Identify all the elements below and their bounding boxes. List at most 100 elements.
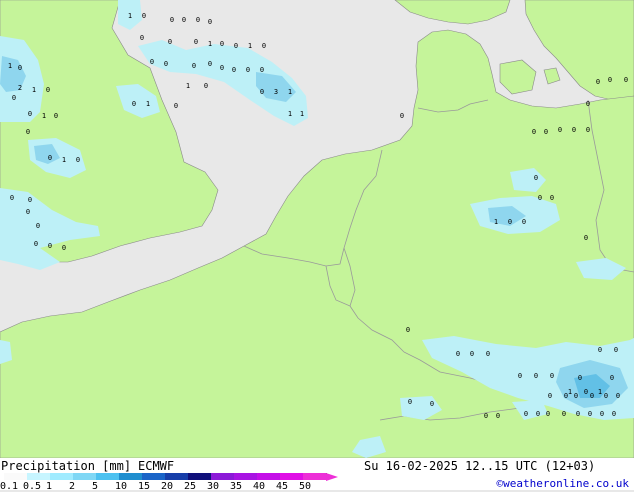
credit-link[interactable]: ©weatheronline.co.uk — [497, 477, 629, 490]
station-value-label: 0 — [260, 88, 264, 96]
station-value-label: 0 — [586, 100, 590, 108]
station-value-label: 1 — [300, 110, 304, 118]
station-value-label: 0 — [234, 42, 238, 50]
colorbar-swatch — [142, 473, 166, 480]
station-value-label: 0 — [586, 126, 590, 134]
station-value-label: 1 — [128, 12, 132, 20]
station-value-label: 0 — [142, 12, 146, 20]
station-value-label: 0 — [612, 410, 616, 418]
colorbar-swatch — [257, 473, 281, 480]
colorbar-tick-label: 5 — [92, 481, 99, 492]
station-value-label: 0 — [48, 154, 52, 162]
station-value-label: 0 — [170, 16, 174, 24]
station-value-label: 1 — [62, 156, 66, 164]
station-value-label: 0 — [12, 94, 16, 102]
station-value-label: 0 — [208, 18, 212, 26]
station-value-label: 0 — [524, 410, 528, 418]
station-value-label: 0 — [608, 76, 612, 84]
station-value-label: 0 — [26, 128, 30, 136]
station-value-label: 0 — [26, 208, 30, 216]
colorbar-tick-label: 15 — [138, 481, 151, 492]
station-value-label: 1 — [248, 42, 252, 50]
station-value-label: 0 — [532, 128, 536, 136]
model-name: ECMWF — [138, 459, 175, 473]
colorbar-swatch — [234, 473, 258, 480]
station-value-label: 0 — [192, 62, 196, 70]
colorbar-tick-label: 2 — [69, 481, 76, 492]
station-value-label: 0 — [562, 410, 566, 418]
legend-title: Precipitation [mm] — [1, 459, 132, 473]
station-value-label: 1 — [568, 388, 572, 396]
station-value-label: 0 — [600, 410, 604, 418]
station-value-label: 0 — [48, 242, 52, 250]
station-value-label: 0 — [584, 234, 588, 242]
station-value-label: 0 — [534, 174, 538, 182]
colorbar-tick-label: 30 — [207, 481, 220, 492]
station-value-label: 0 — [518, 372, 522, 380]
station-value-label: 0 — [150, 58, 154, 66]
precipitation-map[interactable]: 1 0 0 0 0 00 0 0 1 0 0 1 00 0 0 0 0 0 0 01 00 3 11 11 02 1 00 1 000 1… — [0, 0, 634, 458]
station-value-label: 0 — [598, 346, 602, 354]
colorbar-swatch — [27, 473, 51, 480]
station-value-label: 1 — [32, 86, 36, 94]
station-value-label: 0 — [400, 112, 404, 120]
colorbar-swatch — [119, 473, 143, 480]
station-value-label: 0 — [536, 410, 540, 418]
forecast-datetime: Su 16-02-2025 12..15 UTC (12+03) — [364, 459, 596, 473]
station-value-label: 2 — [18, 84, 22, 92]
station-value-label: 0 — [576, 410, 580, 418]
station-value-label: 0 — [34, 240, 38, 248]
colorbar-swatch — [280, 473, 304, 480]
colorbar-tick-label: 0.1 — [0, 481, 19, 492]
station-value-label: 0 — [194, 38, 198, 46]
station-value-label: 0 — [484, 412, 488, 420]
station-value-label: 0 — [196, 16, 200, 24]
station-value-label: 1 — [598, 388, 602, 396]
colorbar-tick-label: 50 — [299, 481, 312, 492]
station-value-label: 0 — [486, 350, 490, 358]
station-value-label: 0 — [534, 372, 538, 380]
station-value-label: 0 — [578, 374, 582, 382]
station-value-label: 0 — [572, 126, 576, 134]
colorbar-swatch — [188, 473, 212, 480]
station-value-label: 0 — [604, 392, 608, 400]
station-value-label: 3 — [274, 88, 278, 96]
station-value-label: 0 — [574, 392, 578, 400]
station-value-label: 1 — [146, 100, 150, 108]
colorbar-tick-label: 35 — [230, 481, 243, 492]
station-value-label: 0 — [132, 100, 136, 108]
station-value-label: 0 — [246, 66, 250, 74]
station-value-label: 0 — [538, 194, 542, 202]
colorbar-tick-label: 40 — [253, 481, 266, 492]
colorbar-swatch — [211, 473, 235, 480]
station-value-label: 0 — [610, 374, 614, 382]
station-value-label: 0 — [470, 350, 474, 358]
colorbar-arrow — [326, 473, 338, 481]
station-value-label: 0 — [616, 392, 620, 400]
station-value-label: 1 — [494, 218, 498, 226]
station-value-label: 0 — [408, 398, 412, 406]
station-value-label: 0 — [220, 40, 224, 48]
colorbar-swatch — [165, 473, 189, 480]
station-value-label: 0 — [522, 218, 526, 226]
station-value-label: 0 — [550, 194, 554, 202]
station-value-label: 0 — [28, 110, 32, 118]
colorbar-swatch — [303, 473, 327, 480]
station-value-label: 0 — [406, 326, 410, 334]
colorbar-tick-label: 0.5 — [23, 481, 42, 492]
station-value-label: 0 — [76, 156, 80, 164]
station-value-label: 0 — [168, 38, 172, 46]
station-value-label: 0 — [596, 78, 600, 86]
station-value-label: 0 — [10, 194, 14, 202]
station-value-label: 0 — [220, 64, 224, 72]
colorbar-tick-label: 25 — [184, 481, 197, 492]
station-value-label: 0 — [18, 64, 22, 72]
station-value-label: 0 — [204, 82, 208, 90]
station-value-label: 0 — [590, 392, 594, 400]
station-value-label: 1 — [42, 112, 46, 120]
station-value-label: 1 — [8, 62, 12, 70]
station-value-label: 0 — [430, 400, 434, 408]
station-value-label: 0 — [174, 102, 178, 110]
station-value-label: 0 — [584, 388, 588, 396]
station-value-label: 0 — [54, 112, 58, 120]
